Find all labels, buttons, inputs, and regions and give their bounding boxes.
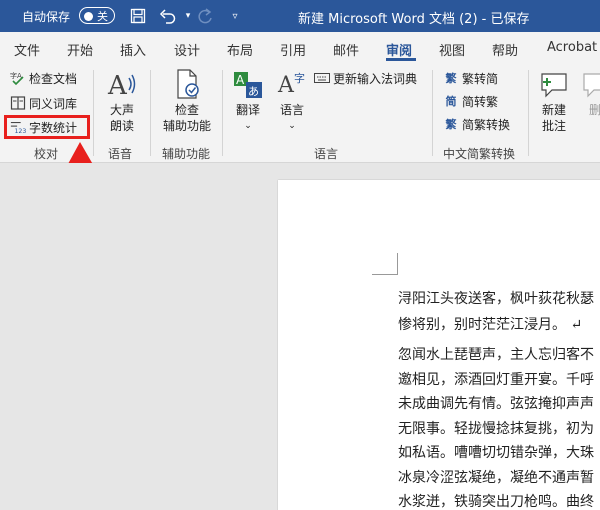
delete-comment-label: 删 <box>588 103 600 117</box>
read-aloud-label-2: 朗读 <box>109 119 134 133</box>
read-aloud-icon: A <box>104 68 140 102</box>
group-label-speech: 语音 <box>108 147 133 161</box>
spellcheck-button[interactable]: 字A 检查文档 <box>10 68 77 88</box>
redo-icon <box>195 6 215 26</box>
thesaurus-icon <box>10 95 26 111</box>
paragraph-line[interactable]: 水浆迸，铁骑突出刀枪鸣。曲终 <box>398 491 594 510</box>
document-title: 新建 Microsoft Word 文档 (2) - 已保存 <box>298 12 530 27</box>
tab-mailings[interactable]: 邮件 <box>333 40 359 59</box>
svg-text:字A: 字A <box>10 71 22 80</box>
tab-home[interactable]: 开始 <box>67 40 93 59</box>
tab-file[interactable]: 文件 <box>14 40 40 59</box>
new-comment-icon <box>536 68 572 102</box>
paragraph-line[interactable]: 未成曲调先有情。弦弦掩抑声声 <box>398 393 594 413</box>
thesaurus-label: 同义词库 <box>29 96 78 111</box>
check-accessibility-button[interactable]: 检查 辅助功能 <box>158 68 216 134</box>
tab-review[interactable]: 审阅 <box>386 40 412 59</box>
autosave-label: 自动保存 <box>22 10 71 24</box>
trad-to-simp-label: 繁转简 <box>462 71 499 86</box>
separator <box>222 70 223 156</box>
thesaurus-button[interactable]: 同义词库 <box>10 93 77 113</box>
save-icon[interactable] <box>128 6 148 26</box>
toggle-knob <box>84 11 93 21</box>
active-tab-indicator <box>386 58 416 61</box>
paragraph-line[interactable]: 忽闻水上琵琶声，主人忘归客不 <box>398 344 594 364</box>
conversion-label: 简繁转换 <box>462 117 511 132</box>
tab-references[interactable]: 引用 <box>280 40 306 59</box>
tab-view[interactable]: 视图 <box>439 40 465 59</box>
separator <box>150 70 151 156</box>
tab-acrobat[interactable]: Acrobat <box>547 40 597 55</box>
svg-text:字: 字 <box>294 71 305 85</box>
page-corner-mark <box>372 253 398 275</box>
paragraph-line[interactable]: 浔阳江头夜送客，枫叶荻花秋瑟 <box>398 288 594 308</box>
tab-layout[interactable]: 布局 <box>227 40 253 59</box>
delete-comment-button: 删 <box>580 68 600 118</box>
paragraph-line[interactable]: 冰泉冷涩弦凝绝，凝绝不通声暂 <box>398 467 594 487</box>
group-label-language: 语言 <box>314 147 339 161</box>
paragraph-line[interactable]: 无限事。轻拢慢捻抹复挑，初为 <box>398 418 594 438</box>
new-comment-button[interactable]: 新建 批注 <box>536 68 572 134</box>
word-count-highlight <box>4 115 90 139</box>
language-dropdown-icon: ⌄ <box>288 121 296 131</box>
svg-text:A: A <box>236 73 245 87</box>
separator <box>528 70 529 156</box>
update-ime-button[interactable]: 更新输入法词典 <box>314 68 417 88</box>
translate-dropdown-icon: ⌄ <box>244 121 252 131</box>
separator <box>93 70 94 156</box>
title-bar: 自动保存 关 ▾ ▿ 新建 Microsoft Word 文档 (2) - 已保… <box>0 0 600 32</box>
conversion-button[interactable]: 繁 简繁转换 <box>443 114 511 134</box>
paragraph-line[interactable]: 惨将别，别时茫茫江浸月。 ↵ <box>398 314 582 334</box>
conversion-icon: 繁 <box>445 118 457 131</box>
simp-to-trad-icon: 简 <box>445 95 457 108</box>
svg-text:A: A <box>107 71 128 100</box>
translate-button[interactable]: Aあ 翻译 ⌄ <box>230 68 266 134</box>
translate-icon: Aあ <box>230 68 266 102</box>
undo-icon[interactable] <box>158 6 178 26</box>
ribbon-tabs: 文件 开始 插入 设计 布局 引用 邮件 审阅 视图 帮助 Acrobat <box>0 32 600 62</box>
group-label-accessibility: 辅助功能 <box>162 147 211 161</box>
group-label-proofing: 校对 <box>34 147 59 161</box>
paragraph-line[interactable]: 邀相见，添酒回灯重开宴。千呼 <box>398 369 594 389</box>
translate-label: 翻译 <box>235 103 260 117</box>
trad-to-simp-button[interactable]: 繁 繁转简 <box>443 68 499 88</box>
language-icon: A字 <box>274 68 310 102</box>
check-accessibility-label-2: 辅助功能 <box>162 119 211 133</box>
separator <box>432 70 433 156</box>
paragraph-line[interactable]: 如私语。嘈嘈切切错杂弹，大珠 <box>398 442 594 462</box>
new-comment-label-1: 新建 <box>541 103 566 117</box>
accessibility-icon <box>158 68 216 102</box>
new-comment-label-2: 批注 <box>541 119 566 133</box>
autosave-toggle[interactable]: 关 <box>79 7 115 24</box>
keyboard-icon <box>314 70 330 86</box>
language-label: 语言 <box>279 103 304 117</box>
autosave-state: 关 <box>97 10 108 23</box>
simp-to-trad-button[interactable]: 简 简转繁 <box>443 91 499 111</box>
delete-comment-icon <box>580 68 600 102</box>
update-ime-label: 更新输入法词典 <box>333 71 418 86</box>
svg-text:A: A <box>277 73 295 98</box>
trad-to-simp-icon: 繁 <box>445 72 457 85</box>
language-button[interactable]: A字 语言 ⌄ <box>274 68 310 134</box>
group-label-chinese: 中文简繁转换 <box>443 147 516 161</box>
customize-toolbar-icon[interactable]: ▿ <box>225 6 245 26</box>
simp-to-trad-label: 简转繁 <box>462 94 499 109</box>
spellcheck-label: 检查文档 <box>29 71 78 86</box>
svg-text:あ: あ <box>248 85 259 98</box>
tab-insert[interactable]: 插入 <box>120 40 146 59</box>
tab-help[interactable]: 帮助 <box>492 40 518 59</box>
spellcheck-icon: 字A <box>10 70 26 86</box>
read-aloud-label-1: 大声 <box>109 103 134 117</box>
check-accessibility-label-1: 检查 <box>174 103 199 117</box>
read-aloud-button[interactable]: A 大声 朗读 <box>104 68 140 134</box>
tab-design[interactable]: 设计 <box>174 40 200 59</box>
